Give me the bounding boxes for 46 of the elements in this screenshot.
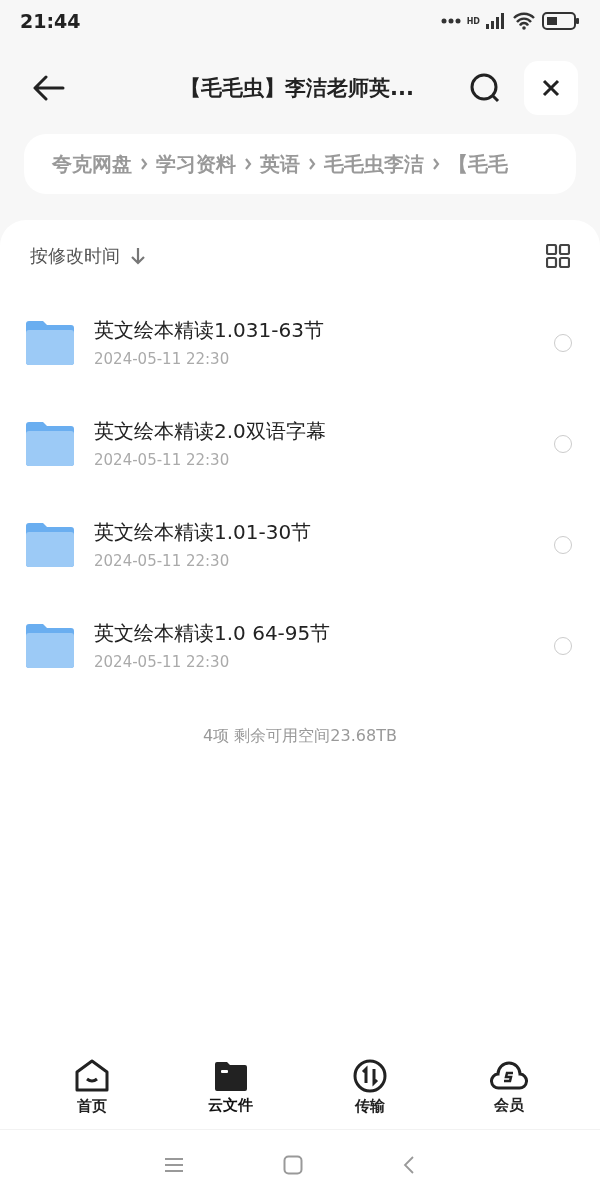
folder-icon [212,1059,249,1092]
file-date: 2024-05-11 22:30 [94,552,231,570]
file-date: 2024-05-11 22:30 [94,350,231,368]
sort-button[interactable]: 按修改时间 [30,244,146,268]
back-chevron-icon[interactable] [403,1155,415,1175]
chevron-icon [244,157,252,171]
network-label: HD [466,16,480,26]
nav-tab[interactable]: 云文件 [180,1045,281,1129]
nav-tab[interactable]: 首页 [41,1045,142,1129]
file-date: 2024-05-11 22:30 [94,451,231,469]
folder-icon [24,521,76,568]
storage-summary: 4项 剩余可用空间23.68TB [203,726,397,747]
file-date: 2024-05-11 22:30 [94,653,231,671]
square-icon[interactable] [283,1155,303,1175]
close-icon [541,78,561,98]
nav-tab[interactable]: 传输 [319,1045,420,1129]
transfer-icon [352,1058,387,1093]
close-button[interactable] [524,61,578,115]
house-icon [73,1058,110,1093]
file-name: 英文绘本精读2.0双语字幕 [94,418,327,445]
down-arrow-icon [130,247,146,265]
battery-icon [542,12,580,30]
chevron-icon [140,157,148,171]
folder-title: 【毛毛虫】李洁老师英... [179,75,415,102]
cloud-icon [489,1059,528,1092]
chevron-icon [432,157,440,171]
status-time: 21:44 [20,10,81,32]
chevron-icon [308,157,316,171]
back-arrow-icon [33,75,65,101]
grid-view-icon[interactable] [546,244,570,268]
menu-icon[interactable] [165,1157,183,1173]
nav-tab[interactable]: 会员 [458,1045,559,1129]
file-row[interactable]: 英文绘本精读1.031-63节 2024-05-11 22:30 [0,292,600,393]
folder-icon [24,319,76,366]
file-row[interactable]: 英文绘本精读1.01-30节 2024-05-11 22:30 [0,494,600,595]
search-icon [469,72,501,104]
file-row[interactable]: 英文绘本精读2.0双语字幕 2024-05-11 22:30 [0,393,600,494]
file-name: 英文绘本精读1.01-30节 [94,519,313,546]
file-row[interactable]: 英文绘本精读1.0 64-95节 2024-05-11 22:30 [0,595,600,696]
file-name: 英文绘本精读1.0 64-95节 [94,620,332,647]
more-dots-icon [440,18,461,24]
signal-icon [486,13,506,29]
wifi-icon [512,12,536,30]
folder-icon [24,420,76,467]
folder-icon [24,622,76,669]
file-name: 英文绘本精读1.031-63节 [94,317,325,344]
